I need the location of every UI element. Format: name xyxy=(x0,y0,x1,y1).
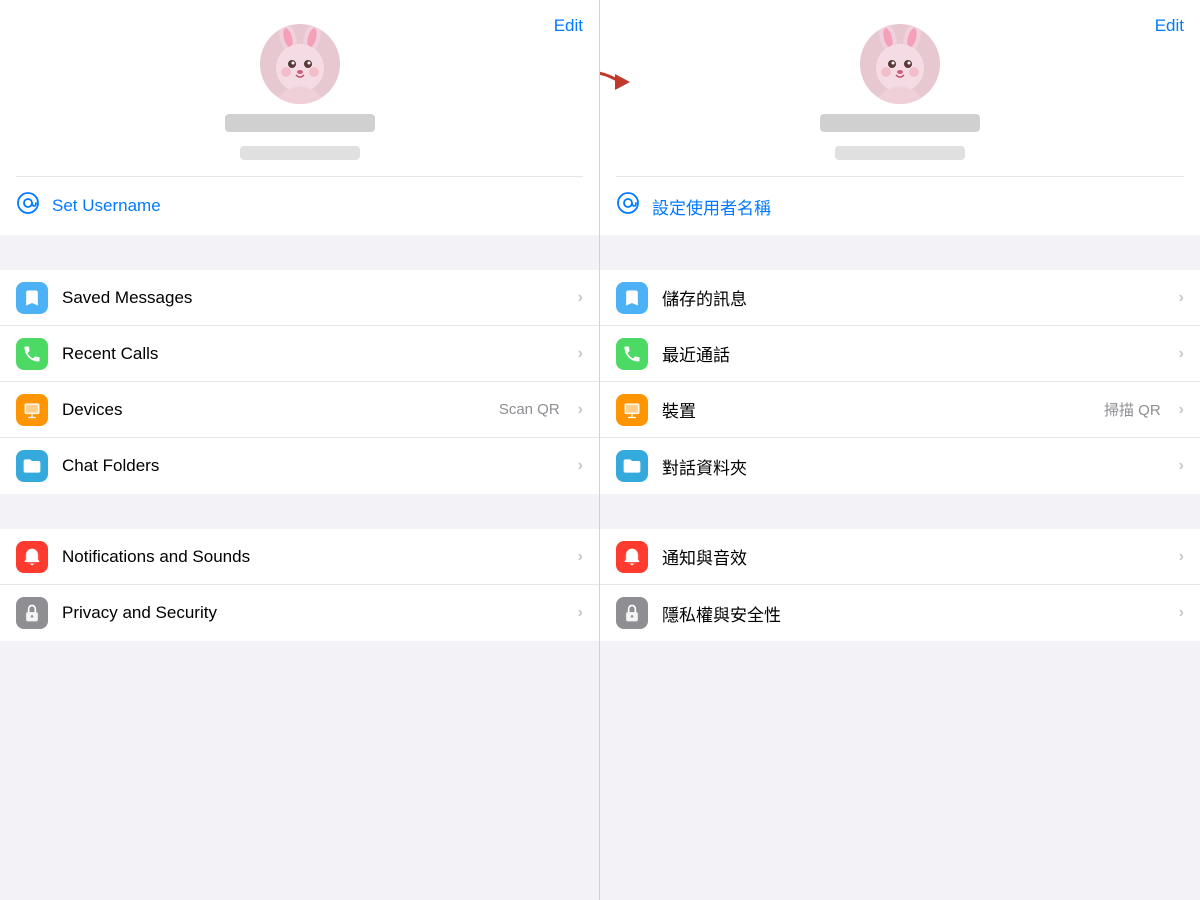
right-devices-label: 裝置 xyxy=(662,397,1090,422)
page: Edit xyxy=(0,0,1200,900)
right-name-block xyxy=(616,114,1184,160)
bookmark-icon-zh xyxy=(622,288,642,308)
arrow-icon xyxy=(600,52,640,112)
left-recent-calls-label: Recent Calls xyxy=(62,344,564,364)
right-divider-1 xyxy=(600,235,1200,270)
left-divider-1 xyxy=(0,235,599,270)
left-username-row[interactable]: Set Username xyxy=(16,176,583,235)
right-phone-blur xyxy=(835,146,965,160)
username-at-icon-zh xyxy=(616,191,640,215)
left-privacy-label: Privacy and Security xyxy=(62,603,564,623)
right-panel: Edit xyxy=(600,0,1200,900)
phone-icon xyxy=(22,344,42,364)
right-username-row[interactable]: 設定使用者名稱 xyxy=(616,176,1184,235)
left-username-icon xyxy=(16,191,40,221)
phone-icon-zh xyxy=(622,344,642,364)
left-notifications-icon xyxy=(16,541,48,573)
right-notifications-icon xyxy=(616,541,648,573)
left-menu-item-saved-messages[interactable]: Saved Messages › xyxy=(0,270,599,326)
left-privacy-icon xyxy=(16,597,48,629)
left-profile-header: Edit xyxy=(0,0,599,176)
left-menu-group-1: Saved Messages › Recent Calls › Devices … xyxy=(0,270,599,494)
left-menu-item-notifications[interactable]: Notifications and Sounds › xyxy=(0,529,599,585)
left-saved-messages-icon xyxy=(16,282,48,314)
right-menu-group-2: 通知與音效 › 隱私權與安全性 › xyxy=(600,529,1200,641)
right-recent-calls-label: 最近通話 xyxy=(662,341,1165,366)
right-menu-item-devices[interactable]: 裝置 掃描 QR › xyxy=(600,382,1200,438)
left-name-blur xyxy=(225,114,375,132)
bell-icon xyxy=(22,547,42,567)
right-divider-2 xyxy=(600,494,1200,529)
left-devices-icon xyxy=(16,394,48,426)
left-notifications-chevron: › xyxy=(578,548,583,566)
right-privacy-icon xyxy=(616,597,648,629)
right-saved-messages-label: 儲存的訊息 xyxy=(662,285,1165,310)
left-phone-blur xyxy=(240,146,360,160)
left-menu-item-chat-folders[interactable]: Chat Folders › xyxy=(0,438,599,494)
left-divider-2 xyxy=(0,494,599,529)
left-chat-folders-chevron: › xyxy=(578,457,583,475)
folder-icon-zh xyxy=(622,456,642,476)
right-menu-item-notifications[interactable]: 通知與音效 › xyxy=(600,529,1200,585)
left-menu-item-devices[interactable]: Devices Scan QR › xyxy=(0,382,599,438)
right-username-section: 設定使用者名稱 xyxy=(600,176,1200,235)
right-notifications-label: 通知與音效 xyxy=(662,544,1165,569)
right-profile-header: Edit xyxy=(600,0,1200,176)
right-menu-item-privacy[interactable]: 隱私權與安全性 › xyxy=(600,585,1200,641)
left-menu-item-privacy[interactable]: Privacy and Security › xyxy=(0,585,599,641)
bookmark-icon xyxy=(22,288,42,308)
left-avatar xyxy=(260,24,340,104)
left-chat-folders-icon xyxy=(16,450,48,482)
right-saved-messages-chevron: › xyxy=(1179,289,1184,307)
left-saved-messages-chevron: › xyxy=(578,289,583,307)
right-privacy-chevron: › xyxy=(1179,604,1184,622)
left-recent-calls-chevron: › xyxy=(578,345,583,363)
left-username-section: Set Username xyxy=(0,176,599,235)
right-avatar xyxy=(860,24,940,104)
bell-icon-zh xyxy=(622,547,642,567)
left-privacy-chevron: › xyxy=(578,604,583,622)
right-notifications-chevron: › xyxy=(1179,548,1184,566)
left-username-label: Set Username xyxy=(52,196,161,216)
right-saved-messages-icon xyxy=(616,282,648,314)
right-recent-calls-icon xyxy=(616,338,648,370)
right-menu-item-chat-folders[interactable]: 對話資料夾 › xyxy=(600,438,1200,494)
left-name-block xyxy=(16,114,583,160)
right-devices-chevron: › xyxy=(1179,401,1184,419)
username-at-icon xyxy=(16,191,40,215)
left-menu-item-recent-calls[interactable]: Recent Calls › xyxy=(0,326,599,382)
right-chat-folders-chevron: › xyxy=(1179,457,1184,475)
left-saved-messages-label: Saved Messages xyxy=(62,288,564,308)
lock-icon-zh xyxy=(622,603,642,623)
device-icon-zh xyxy=(622,400,642,420)
device-icon xyxy=(22,400,42,420)
right-edit-button[interactable]: Edit xyxy=(1155,16,1184,36)
right-chat-folders-label: 對話資料夾 xyxy=(662,454,1165,479)
left-panel: Edit xyxy=(0,0,600,900)
right-recent-calls-chevron: › xyxy=(1179,345,1184,363)
right-devices-icon xyxy=(616,394,648,426)
left-recent-calls-icon xyxy=(16,338,48,370)
left-devices-hint: Scan QR xyxy=(499,401,560,418)
right-devices-hint: 掃描 QR xyxy=(1104,399,1161,420)
left-edit-button[interactable]: Edit xyxy=(554,16,583,36)
right-menu-item-recent-calls[interactable]: 最近通話 › xyxy=(600,326,1200,382)
right-username-icon xyxy=(616,191,640,221)
left-devices-chevron: › xyxy=(578,401,583,419)
right-name-blur xyxy=(820,114,980,132)
left-avatar-image xyxy=(260,24,340,104)
folder-icon xyxy=(22,456,42,476)
left-menu-group-2: Notifications and Sounds › Privacy and S… xyxy=(0,529,599,641)
left-chat-folders-label: Chat Folders xyxy=(62,456,564,476)
right-chat-folders-icon xyxy=(616,450,648,482)
lock-icon xyxy=(22,603,42,623)
left-devices-label: Devices xyxy=(62,400,485,420)
right-menu-item-saved-messages[interactable]: 儲存的訊息 › xyxy=(600,270,1200,326)
right-menu-group-1: 儲存的訊息 › 最近通話 › 裝置 掃描 QR › xyxy=(600,270,1200,494)
right-username-label: 設定使用者名稱 xyxy=(652,194,771,219)
right-privacy-label: 隱私權與安全性 xyxy=(662,601,1165,626)
left-notifications-label: Notifications and Sounds xyxy=(62,547,564,567)
right-avatar-image xyxy=(860,24,940,104)
